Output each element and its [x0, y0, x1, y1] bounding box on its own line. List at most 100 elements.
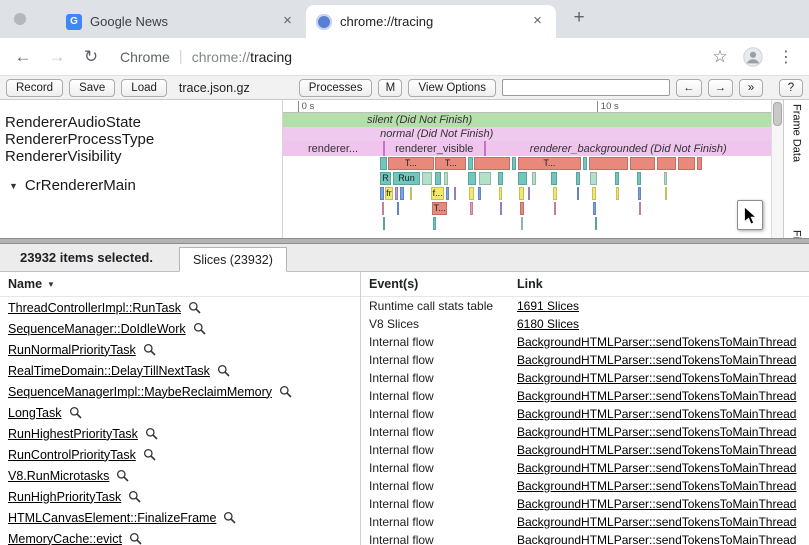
magnifier-icon[interactable] [145, 427, 158, 440]
find-next-button[interactable]: → [708, 79, 734, 97]
trace-slice[interactable] [422, 172, 432, 185]
trace-slice[interactable] [577, 187, 579, 200]
expand-collapse-button[interactable]: » [739, 79, 763, 97]
help-button[interactable]: ? [779, 79, 803, 97]
trace-slice[interactable]: f... [431, 187, 444, 200]
event-link[interactable]: BackgroundHTMLParser::sendTokensToMainTh… [517, 497, 801, 511]
slice-name-link[interactable]: LongTask [8, 406, 62, 420]
trace-slice[interactable] [697, 157, 702, 170]
trace-slice[interactable]: Run [393, 172, 419, 185]
magnifier-icon[interactable] [69, 406, 82, 419]
trace-slice[interactable] [498, 172, 503, 185]
slice-name-link[interactable]: ThreadControllerImpl::RunTask [8, 301, 181, 315]
magnifier-icon[interactable] [143, 343, 156, 356]
trace-slice[interactable] [657, 157, 677, 170]
trace-slice[interactable] [444, 172, 448, 185]
trace-slice[interactable] [382, 202, 384, 215]
event-link[interactable]: BackgroundHTMLParser::sendTokensToMainTh… [517, 443, 801, 457]
trace-slice[interactable]: T... [435, 157, 466, 170]
slice-name-link[interactable]: RunHighPriorityTask [8, 490, 121, 504]
trace-slice[interactable] [639, 202, 641, 215]
trace-slice[interactable] [500, 202, 502, 215]
trace-slice[interactable] [512, 157, 516, 170]
new-tab-button[interactable]: + [566, 5, 592, 31]
slice-name-link[interactable]: MemoryCache::evict [8, 532, 122, 545]
slices-tab[interactable]: Slices (23932) [179, 247, 287, 272]
event-link[interactable]: BackgroundHTMLParser::sendTokensToMainTh… [517, 533, 801, 545]
trace-slice[interactable] [528, 187, 530, 200]
trace-slice[interactable] [554, 202, 556, 215]
timeline-view[interactable]: 0 s10 s silent (Did Not Finish) normal (… [283, 100, 771, 238]
trace-slice[interactable] [520, 202, 524, 215]
tab-close-icon[interactable]: × [529, 13, 546, 30]
timeline-search-input[interactable] [502, 79, 670, 96]
magnifier-icon[interactable] [143, 448, 156, 461]
trace-slice[interactable] [519, 187, 524, 200]
process-type-track-bar[interactable]: normal (Did Not Finish) [283, 127, 771, 141]
magnifier-icon[interactable] [223, 511, 236, 524]
trace-slice[interactable] [592, 187, 596, 200]
save-button[interactable]: Save [69, 79, 115, 97]
trace-slice[interactable] [576, 172, 580, 185]
event-link[interactable]: BackgroundHTMLParser::sendTokensToMainTh… [517, 461, 801, 475]
slice-name-link[interactable]: V8.RunMicrotasks [8, 469, 109, 483]
trace-slice[interactable] [410, 187, 412, 200]
track-label-renderer-process-type[interactable]: RendererProcessType [5, 131, 282, 148]
find-previous-button[interactable]: ← [676, 79, 702, 97]
slice-name-link[interactable]: SequenceManagerImpl::MaybeReclaimMemory [8, 385, 272, 399]
load-button[interactable]: Load [121, 79, 167, 97]
slice-name-link[interactable]: RunControlPriorityTask [8, 448, 136, 462]
trace-slice[interactable]: fr [385, 187, 394, 200]
processes-button[interactable]: Processes [299, 79, 373, 97]
trace-slice[interactable] [678, 157, 695, 170]
slice-name-link[interactable]: RunNormalPriorityTask [8, 343, 136, 357]
frame-data-tab[interactable]: Frame Data [791, 104, 803, 162]
trace-slice[interactable] [478, 187, 480, 200]
forward-icon[interactable]: → [46, 47, 68, 67]
thread-label-crrenderermain[interactable]: ▼ CrRendererMain [5, 177, 282, 194]
trace-slice[interactable] [518, 172, 527, 185]
event-link[interactable]: BackgroundHTMLParser::sendTokensToMainTh… [517, 407, 801, 421]
trace-slice[interactable] [521, 217, 523, 230]
back-icon[interactable]: ← [12, 47, 34, 67]
trace-slice[interactable] [400, 187, 404, 200]
trace-slice[interactable] [479, 172, 491, 185]
trace-slice[interactable] [593, 202, 595, 215]
trace-slice[interactable] [470, 202, 472, 215]
magnifier-icon[interactable] [129, 532, 142, 545]
trace-slice[interactable]: T... [518, 157, 580, 170]
trace-slice[interactable] [637, 172, 641, 185]
magnifier-icon[interactable] [188, 301, 201, 314]
trace-slice[interactable] [469, 187, 473, 200]
trace-slice[interactable]: R [380, 172, 392, 185]
tab-tracing[interactable]: chrome://tracing × [306, 5, 556, 38]
trace-slice[interactable] [590, 172, 597, 185]
trace-slice[interactable] [532, 172, 536, 185]
selection-mode-button[interactable] [737, 200, 763, 230]
record-button[interactable]: Record [6, 79, 63, 97]
reload-icon[interactable]: ↻ [80, 47, 102, 67]
audio-state-track-bar[interactable]: silent (Did Not Finish) [283, 113, 771, 127]
slice-name-link[interactable]: RealTimeDomain::DelayTillNextTask [8, 364, 210, 378]
slice-name-link[interactable]: HTMLCanvasElement::FinalizeFrame [8, 511, 216, 525]
visibility-segment[interactable]: renderer_backgrounded (Did Not Finish) [486, 141, 771, 156]
filter-tab[interactable]: Fil [791, 230, 803, 238]
trace-slice[interactable] [553, 187, 556, 200]
visibility-track-bar[interactable]: renderer...renderer_visiblerenderer_back… [283, 141, 771, 156]
omnibox[interactable]: Chrome | chrome://tracing [114, 48, 697, 65]
metrics-button[interactable]: M [378, 79, 402, 97]
magnifier-icon[interactable] [217, 364, 230, 377]
visibility-segment[interactable]: renderer... [283, 141, 383, 156]
trace-slice[interactable]: T... [432, 202, 447, 215]
trace-slice[interactable] [551, 172, 557, 185]
slice-name-link[interactable]: SequenceManager::DoIdleWork [8, 322, 186, 336]
trace-slice[interactable] [454, 187, 456, 200]
profile-avatar-icon[interactable] [743, 47, 763, 67]
trace-slice[interactable] [638, 187, 641, 200]
trace-slice[interactable] [435, 172, 441, 185]
slice-name-link[interactable]: RunHighestPriorityTask [8, 427, 138, 441]
trace-slice[interactable] [468, 157, 473, 170]
trace-slice[interactable] [468, 172, 476, 185]
trace-slice[interactable] [589, 157, 628, 170]
view-options-button[interactable]: View Options [408, 79, 496, 97]
